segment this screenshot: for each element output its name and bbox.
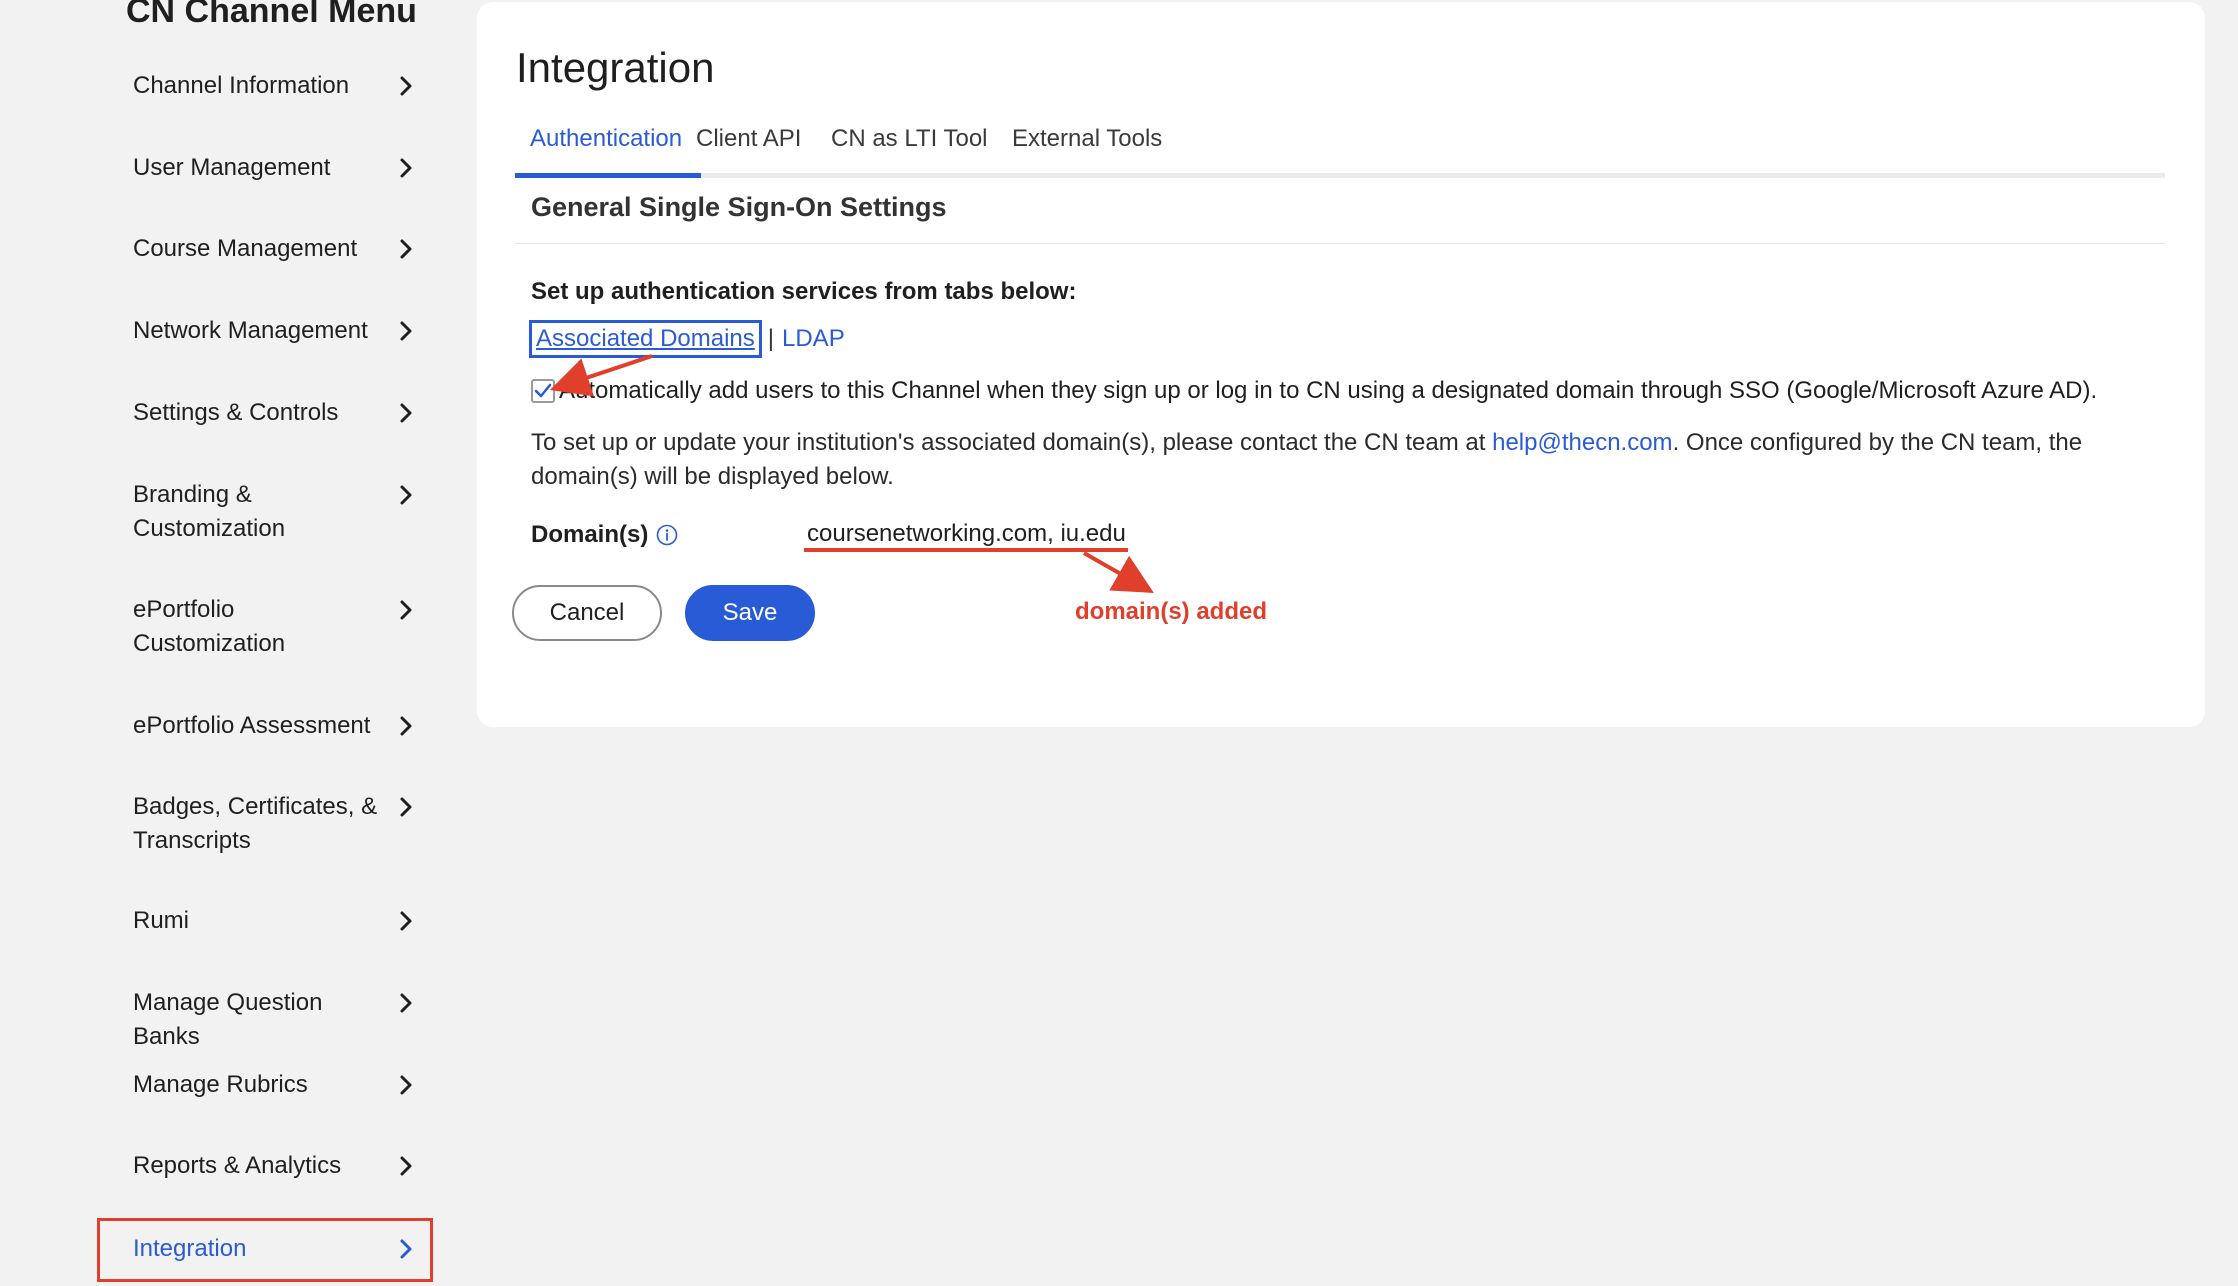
save-button[interactable]: Save [685,585,815,641]
chevron-right-icon [399,151,413,185]
sidebar-title: CN Channel Menu [126,0,417,30]
chevron-right-icon [399,232,413,266]
cancel-button[interactable]: Cancel [512,585,662,641]
link-separator: | [767,325,774,352]
sidebar-item-label: ePortfolio Customization [133,596,286,657]
sidebar-item-eportfolio-customization[interactable]: ePortfolio Customization [133,593,413,661]
sidebar-item-manage-rubrics[interactable]: Manage Rubrics [133,1068,413,1102]
auto-add-users-label: Automatically add users to this Channel … [559,377,2098,404]
domain-info-text: To set up or update your institution's a… [531,426,2151,494]
active-tab-indicator [515,173,701,178]
chevron-right-icon [399,1149,413,1183]
domains-added-annotation: domain(s) added [1075,598,1268,625]
sidebar-item-label: ePortfolio Assessment [133,712,371,739]
sidebar-item-eportfolio-assessment[interactable]: ePortfolio Assessment [133,709,413,743]
section-title: General Single Sign-On Settings [531,192,947,222]
section-divider [515,243,2165,244]
tab-cn-as-lti-tool[interactable]: CN as LTI Tool [831,118,988,178]
sidebar-item-channel-information[interactable]: Channel Information [133,69,413,103]
sidebar-item-label: Network Management [133,317,368,344]
sidebar-item-label: Manage Rubrics [133,1071,308,1098]
sidebar-item-course-management[interactable]: Course Management [133,232,413,266]
sidebar-item-label: Rumi [133,907,190,934]
sidebar-item-label: Branding & Customization [133,481,286,542]
page: CN Channel Menu Channel Information User… [0,0,2238,1286]
tab-external-tools[interactable]: External Tools [1012,118,1162,178]
chevron-right-icon [399,396,413,430]
chevron-right-icon [399,986,413,1020]
sidebar-item-manage-question-banks[interactable]: Manage Question Banks [133,986,413,1054]
sidebar-item-label: Course Management [133,235,358,262]
sidebar-item-label: Reports & Analytics [133,1152,342,1179]
sidebar-item-settings-controls[interactable]: Settings & Controls [133,396,413,430]
sidebar-item-label: Channel Information [133,72,350,99]
chevron-right-icon [399,69,413,103]
associated-domains-link[interactable]: Associated Domains [529,320,762,358]
support-email-link[interactable]: help@thecn.com [1492,429,1672,456]
tab-authentication[interactable]: Authentication [530,118,682,178]
domains-value: coursenetworking.com, iu.edu [807,520,1126,547]
integration-tabs: Authentication Client API CN as LTI Tool… [515,118,2165,178]
sidebar-item-label: User Management [133,154,331,181]
sidebar-item-label: Settings & Controls [133,399,339,426]
chevron-right-icon [399,593,413,627]
sidebar-item-branding-customization[interactable]: Branding & Customization [133,478,413,546]
sidebar-item-label: Manage Question Banks [133,989,323,1050]
auto-add-users-row: Automatically add users to this Channel … [531,377,2097,405]
setup-label: Set up authentication services from tabs… [531,278,1077,305]
chevron-right-icon [399,478,413,512]
chevron-right-icon [399,709,413,743]
domains-label-group: Domain(s) [531,521,678,549]
ldap-link[interactable]: LDAP [782,325,845,353]
page-title: Integration [516,44,715,91]
sidebar-item-user-management[interactable]: User Management [133,151,413,185]
domains-label: Domain(s) [531,521,649,548]
sidebar-item-label: Badges, Certificates, & Transcripts [133,793,378,854]
tabs-divider [515,173,2165,178]
channel-menu-sidebar: CN Channel Menu Channel Information User… [0,0,460,1286]
chevron-right-icon [399,1068,413,1102]
sidebar-item-rumi[interactable]: Rumi [133,904,413,938]
auto-add-users-checkbox[interactable] [531,379,555,403]
checkmark-icon [534,383,552,398]
integration-card: Integration Authentication Client API CN… [477,2,2205,727]
info-text-before: To set up or update your institution's a… [531,429,1493,456]
auth-service-links: Associated Domains | LDAP [529,320,845,358]
chevron-right-icon [399,314,413,348]
chevron-right-icon [399,790,413,824]
info-icon[interactable] [656,524,678,546]
sidebar-item-network-management[interactable]: Network Management [133,314,413,348]
sidebar-item-reports-analytics[interactable]: Reports & Analytics [133,1149,413,1183]
tab-client-api[interactable]: Client API [696,118,801,178]
sidebar-item-badges-certificates-transcripts[interactable]: Badges, Certificates, & Transcripts [133,790,413,858]
chevron-right-icon [399,904,413,938]
active-item-highlight-box [97,1218,433,1282]
